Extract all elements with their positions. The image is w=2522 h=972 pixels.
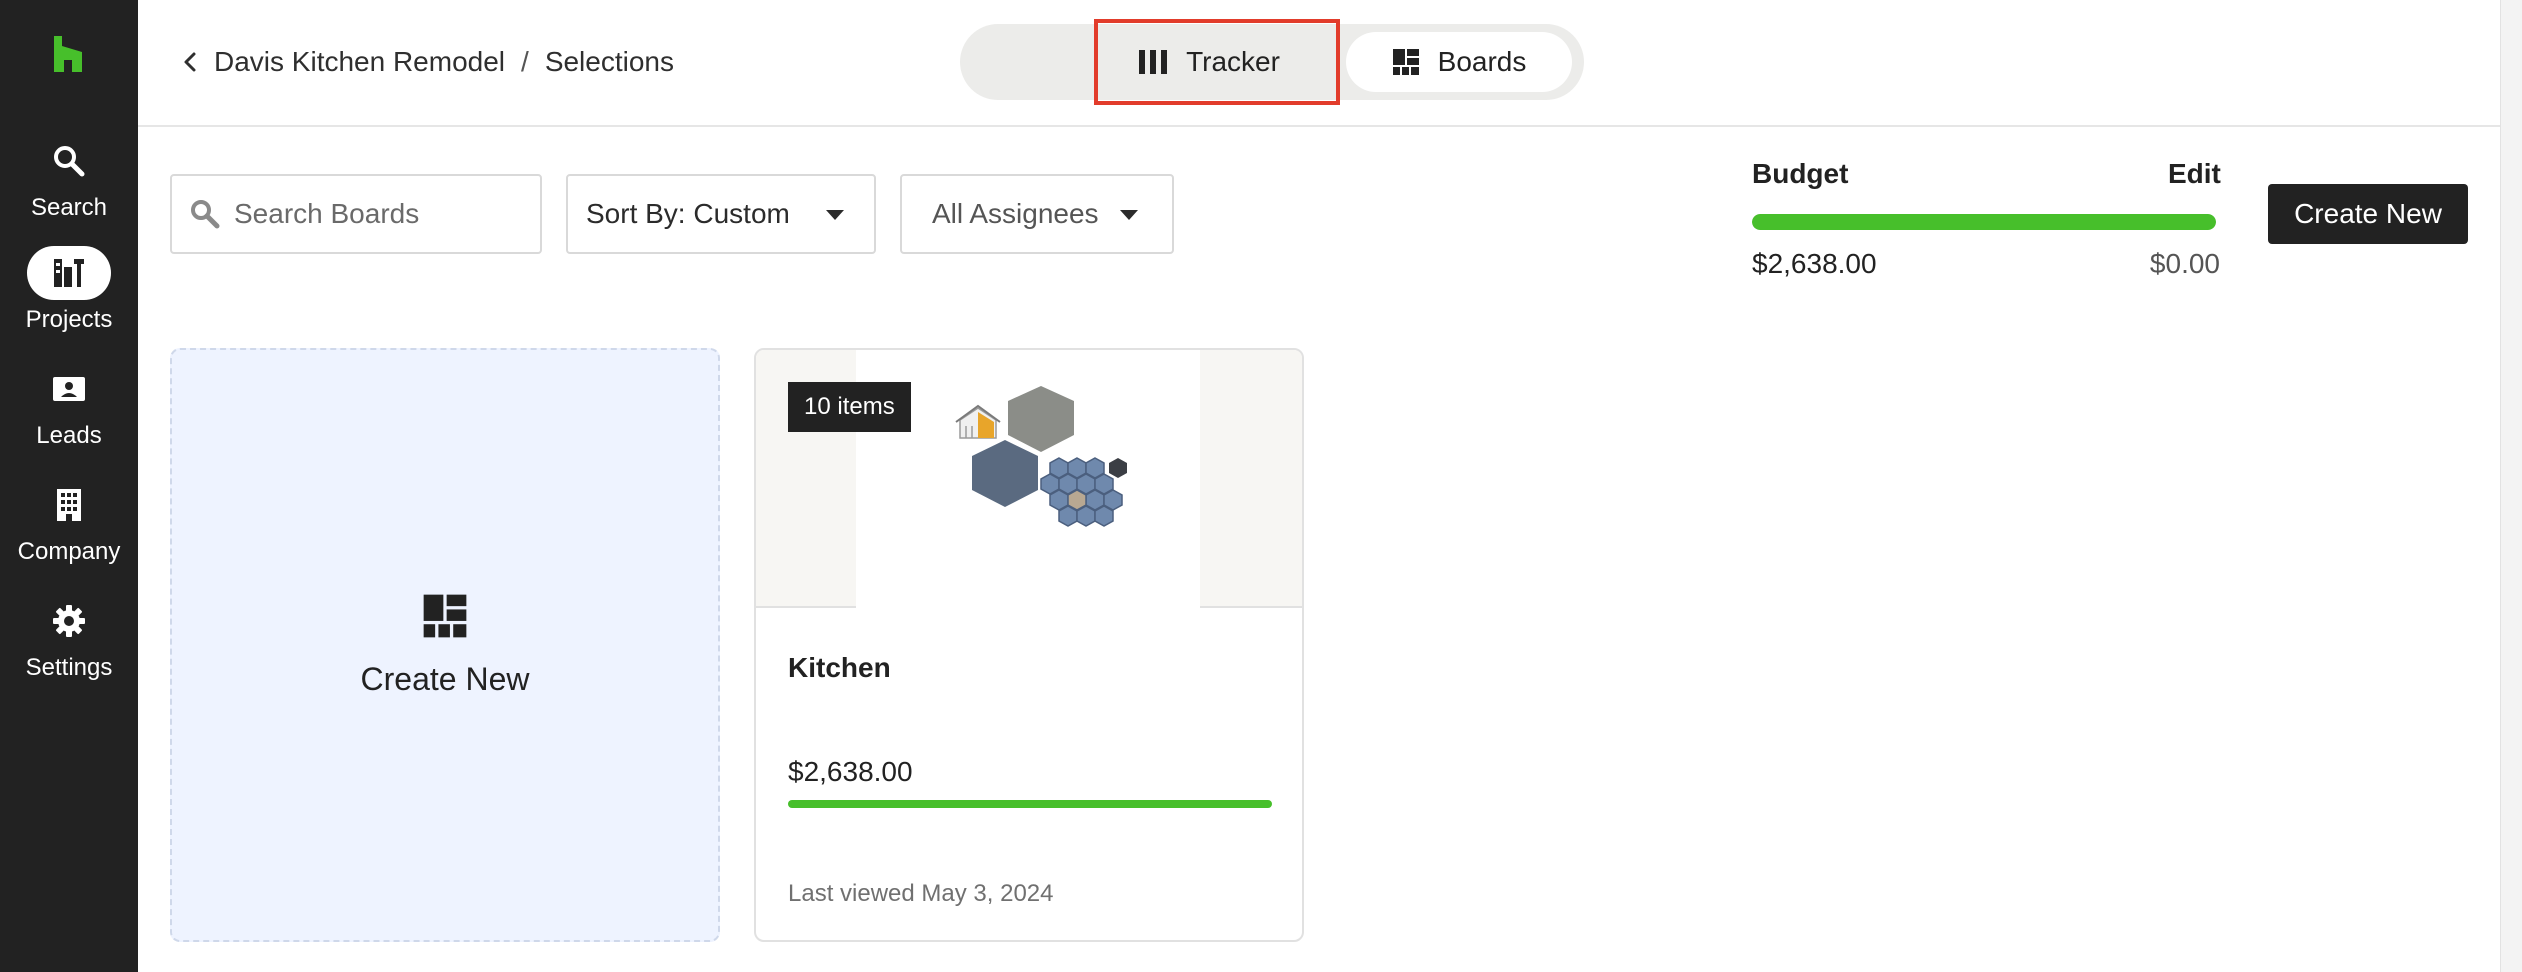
- sidebar-item-leads[interactable]: Leads: [0, 362, 138, 462]
- budget-spent-value: $2,638.00: [1752, 248, 1877, 279]
- budget-label: Budget: [1752, 158, 1849, 189]
- tab-boards-label: Boards: [1437, 46, 1527, 77]
- items-count-badge: 10 items: [788, 382, 911, 432]
- search-input[interactable]: [234, 198, 534, 230]
- caret-down-icon: [826, 210, 844, 220]
- company-icon: [27, 478, 111, 532]
- board-title: Kitchen: [788, 652, 891, 683]
- app: Search Projects Leads Company Settings D…: [0, 0, 2522, 972]
- sidebar-item-settings[interactable]: Settings: [0, 594, 138, 694]
- house-logo-icon: [955, 404, 1001, 439]
- breadcrumb-current: Selections: [544, 46, 674, 77]
- create-new-card-label: Create New: [360, 660, 530, 697]
- search-boards-field[interactable]: [170, 174, 542, 254]
- board-amount: $2,638.00: [788, 756, 913, 787]
- budget-progress-bar: [1752, 214, 2216, 230]
- page-header: Davis Kitchen Remodel / Selections Track…: [138, 0, 2500, 127]
- boards-icon: [423, 594, 467, 637]
- breadcrumb: Davis Kitchen Remodel / Selections: [176, 46, 674, 78]
- settings-icon: [27, 594, 111, 648]
- board-progress-bar: [788, 800, 1272, 808]
- tab-tracker-label: Tracker: [1186, 46, 1280, 77]
- search-icon: [27, 134, 111, 188]
- sort-dropdown[interactable]: Sort By: Custom: [566, 174, 876, 254]
- breadcrumb-separator: /: [521, 46, 529, 77]
- sidebar-item-label: Projects: [25, 306, 113, 333]
- budget-edit-link[interactable]: Edit: [2168, 158, 2221, 190]
- sidebar: Search Projects Leads Company Settings: [0, 0, 138, 972]
- columns-icon: [1139, 50, 1168, 74]
- board-last-viewed: Last viewed May 3, 2024: [788, 880, 1054, 907]
- scrollbar[interactable]: [2500, 0, 2522, 972]
- board-thumbnail: 10 items: [756, 350, 1302, 608]
- budget-remaining-value: $0.00: [2149, 248, 2220, 279]
- search-icon: [191, 200, 220, 229]
- sidebar-item-search[interactable]: Search: [0, 134, 138, 234]
- houzz-logo-icon[interactable]: [52, 36, 84, 72]
- boards-icon: [1392, 49, 1419, 75]
- sort-dropdown-label: Sort By: Custom: [586, 198, 790, 229]
- sidebar-item-projects[interactable]: Projects: [0, 246, 138, 346]
- sidebar-item-label: Company: [17, 538, 121, 565]
- budget-progress-fill: [1752, 214, 2216, 230]
- leads-icon: [27, 362, 111, 416]
- board-progress-fill: [788, 800, 1272, 808]
- create-new-board-card[interactable]: Create New: [170, 348, 720, 942]
- caret-down-icon: [1120, 210, 1138, 220]
- assignees-dropdown[interactable]: All Assignees: [900, 174, 1174, 254]
- sidebar-item-company[interactable]: Company: [0, 478, 138, 578]
- view-toggle: Tracker Boards: [960, 24, 1584, 100]
- sidebar-item-label: Settings: [25, 654, 113, 681]
- create-new-button[interactable]: Create New: [2268, 184, 2468, 244]
- tab-tracker[interactable]: Tracker: [1098, 32, 1320, 92]
- breadcrumb-project-link[interactable]: Davis Kitchen Remodel: [214, 46, 505, 78]
- projects-icon: [27, 246, 111, 300]
- sidebar-item-label: Leads: [36, 422, 102, 449]
- board-card-kitchen[interactable]: 10 items Kitchen $2,638.00 Last viewed M…: [754, 348, 1304, 942]
- sidebar-item-label: Search: [30, 194, 108, 221]
- tab-boards[interactable]: Boards: [1346, 32, 1572, 92]
- assignees-dropdown-label: All Assignees: [932, 198, 1099, 229]
- chevron-left-icon[interactable]: [176, 48, 204, 76]
